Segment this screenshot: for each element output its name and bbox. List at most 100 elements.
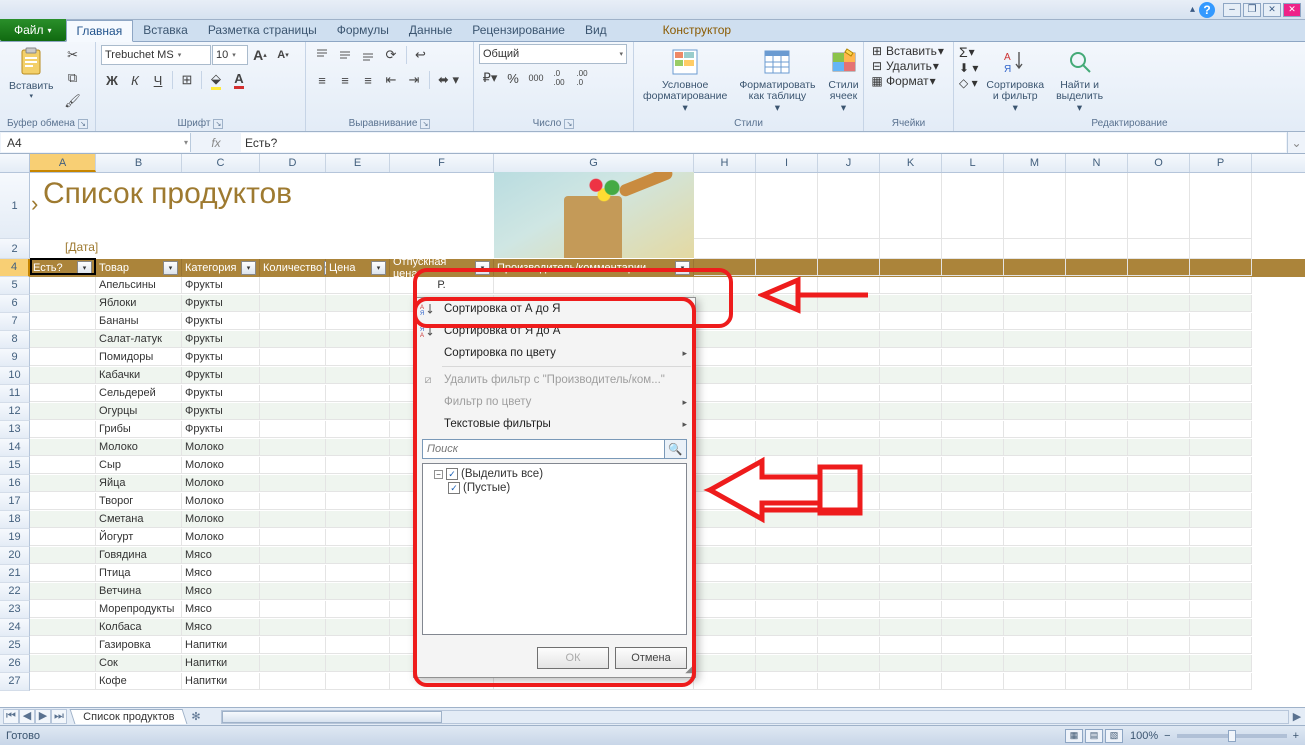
- cell[interactable]: [260, 655, 326, 672]
- cell[interactable]: Апельсины: [96, 277, 182, 294]
- cell[interactable]: [30, 601, 96, 618]
- cell[interactable]: [880, 673, 942, 690]
- cell[interactable]: [30, 439, 96, 456]
- col-header-P[interactable]: P: [1190, 154, 1252, 172]
- font-color-button[interactable]: A: [228, 69, 250, 91]
- view-page-layout-button[interactable]: ▤: [1085, 729, 1103, 743]
- cell[interactable]: [494, 277, 694, 294]
- cell[interactable]: Сметана: [96, 511, 182, 528]
- cell[interactable]: [756, 349, 818, 366]
- filter-cancel-button[interactable]: Отмена: [615, 647, 687, 669]
- cell[interactable]: Фрукты: [182, 313, 260, 330]
- cell[interactable]: [1066, 511, 1128, 528]
- fill-button[interactable]: ⬇ ▾: [959, 61, 978, 75]
- cell[interactable]: [756, 673, 818, 690]
- row-header[interactable]: 22: [0, 583, 30, 601]
- cell[interactable]: Фрукты: [182, 331, 260, 348]
- percent-button[interactable]: %: [502, 67, 524, 89]
- cell[interactable]: [326, 385, 390, 402]
- cell[interactable]: [818, 295, 880, 312]
- tab-view[interactable]: Вид: [575, 19, 617, 41]
- col-header-D[interactable]: D: [260, 154, 326, 172]
- cell[interactable]: [880, 655, 942, 672]
- cell[interactable]: [1066, 367, 1128, 384]
- clipboard-dialog-launcher[interactable]: ↘: [78, 119, 88, 129]
- row-header[interactable]: 21: [0, 565, 30, 583]
- row-header[interactable]: 4: [0, 259, 30, 277]
- cell[interactable]: [1004, 565, 1066, 582]
- cell[interactable]: [30, 313, 96, 330]
- conditional-formatting-button[interactable]: Условное форматирование ▾: [639, 44, 731, 116]
- cell[interactable]: Морепродукты: [96, 601, 182, 618]
- zoom-in-button[interactable]: +: [1293, 730, 1299, 742]
- cell[interactable]: [1190, 403, 1252, 420]
- cell[interactable]: [694, 601, 756, 618]
- cell[interactable]: [1190, 439, 1252, 456]
- scrollbar-thumb[interactable]: [222, 711, 442, 723]
- cell[interactable]: [818, 367, 880, 384]
- cell[interactable]: [1128, 349, 1190, 366]
- cell[interactable]: [942, 583, 1004, 600]
- cell[interactable]: [694, 403, 756, 420]
- cell[interactable]: Напитки: [182, 637, 260, 654]
- cell[interactable]: [326, 601, 390, 618]
- cell[interactable]: [818, 475, 880, 492]
- tab-insert[interactable]: Вставка: [133, 19, 198, 41]
- cell[interactable]: [1128, 511, 1190, 528]
- row-header[interactable]: 13: [0, 421, 30, 439]
- row-header[interactable]: 8: [0, 331, 30, 349]
- cell[interactable]: [1190, 529, 1252, 546]
- cell[interactable]: [942, 655, 1004, 672]
- cell[interactable]: [1128, 457, 1190, 474]
- row-header[interactable]: 26: [0, 655, 30, 673]
- resize-grip-icon[interactable]: ◢: [685, 664, 693, 675]
- cell[interactable]: [1128, 583, 1190, 600]
- cell[interactable]: [1004, 295, 1066, 312]
- cell[interactable]: [1066, 331, 1128, 348]
- cell[interactable]: [818, 547, 880, 564]
- cell[interactable]: [818, 349, 880, 366]
- cell[interactable]: [326, 637, 390, 654]
- alignment-dialog-launcher[interactable]: ↘: [420, 119, 430, 129]
- cell[interactable]: [1190, 295, 1252, 312]
- cell[interactable]: Фрукты: [182, 403, 260, 420]
- cell[interactable]: [326, 457, 390, 474]
- cell[interactable]: [326, 673, 390, 690]
- cell[interactable]: [1128, 331, 1190, 348]
- cell[interactable]: Напитки: [182, 655, 260, 672]
- formula-bar-expand-button[interactable]: ⌄: [1287, 132, 1305, 153]
- cell[interactable]: [30, 673, 96, 690]
- cell[interactable]: [756, 457, 818, 474]
- cell[interactable]: [30, 619, 96, 636]
- table-header-cell[interactable]: Категория ▾: [182, 259, 260, 276]
- cell[interactable]: [880, 511, 942, 528]
- format-as-table-button[interactable]: Форматировать как таблицу ▾: [735, 44, 819, 116]
- row-header[interactable]: 15: [0, 457, 30, 475]
- cell[interactable]: Птица: [96, 565, 182, 582]
- cell[interactable]: [756, 637, 818, 654]
- cell[interactable]: Йогурт: [96, 529, 182, 546]
- row-header[interactable]: 16: [0, 475, 30, 493]
- row-header[interactable]: 1: [0, 173, 30, 239]
- cell[interactable]: [1128, 439, 1190, 456]
- col-header-B[interactable]: B: [96, 154, 182, 172]
- cell[interactable]: [30, 529, 96, 546]
- cell[interactable]: [756, 421, 818, 438]
- cell[interactable]: Молоко: [182, 457, 260, 474]
- cell[interactable]: [942, 349, 1004, 366]
- number-dialog-launcher[interactable]: ↘: [564, 119, 574, 129]
- cell[interactable]: [1128, 547, 1190, 564]
- cell[interactable]: [1004, 259, 1066, 276]
- cell[interactable]: [1004, 331, 1066, 348]
- cell[interactable]: [1004, 673, 1066, 690]
- cell[interactable]: [694, 259, 756, 276]
- table-header-cell[interactable]: Есть? ▾: [30, 259, 96, 276]
- row-header[interactable]: 24: [0, 619, 30, 637]
- cell[interactable]: [1190, 259, 1252, 276]
- row-header[interactable]: 23: [0, 601, 30, 619]
- select-all-node[interactable]: − ✓ (Выделить все): [426, 467, 683, 481]
- cell-styles-button[interactable]: Стили ячеек ▾: [824, 44, 864, 116]
- cell[interactable]: [1128, 259, 1190, 276]
- cell[interactable]: Творог: [96, 493, 182, 510]
- cell[interactable]: [880, 385, 942, 402]
